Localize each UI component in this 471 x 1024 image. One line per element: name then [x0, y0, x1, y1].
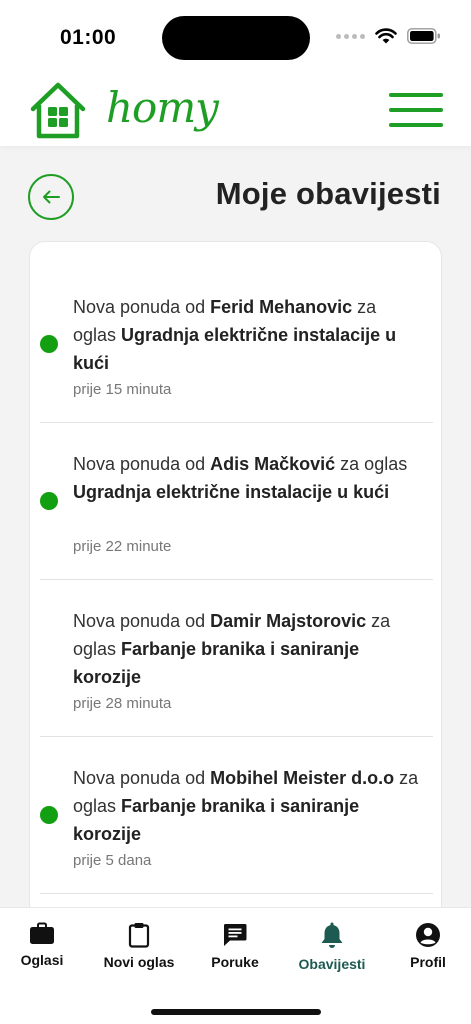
cellular-signal-icon [336, 33, 365, 39]
sender-name: Damir Majstorovic [210, 611, 367, 631]
dynamic-island [162, 16, 310, 60]
sender-name: Ferid Mehanovic [210, 297, 353, 317]
nav-item-oglasi[interactable]: Oglasi [8, 922, 76, 968]
listing-title: Ugradnja električne instalacije u kući [73, 482, 390, 502]
homy-logo[interactable]: homy [28, 80, 219, 140]
nav-label: Profil [410, 954, 446, 970]
notification-item[interactable]: Nova ponuda od Adis Mačković za oglas Ug… [40, 423, 433, 580]
nav-item-obavijesti[interactable]: Obavijesti [294, 922, 370, 972]
nav-item-poruke[interactable]: Poruke [200, 922, 270, 970]
hamburger-menu-button[interactable] [389, 93, 443, 127]
house-logo-icon [30, 82, 86, 139]
nav-label: Obavijesti [298, 956, 366, 972]
notification-time: prije 28 minuta [73, 695, 172, 712]
page-title: Moje obavijesti [215, 176, 441, 211]
app-header: homy [0, 76, 471, 146]
logo-text: homy [106, 82, 219, 132]
notification-item[interactable]: Nova ponuda od Mobihel Meister d.o.o za … [40, 737, 433, 894]
status-icons [336, 28, 441, 44]
bottom-navigation: Oglasi Novi oglas Poruke Obavijesti Prof… [0, 907, 471, 1024]
nav-label: Oglasi [20, 952, 64, 968]
battery-icon [407, 28, 440, 44]
notification-text: Nova ponuda od Ferid Mehanovic za oglas … [73, 297, 397, 373]
unread-dot [40, 492, 58, 510]
notifications-screen: 01:00 homy Moje obavijesti Nova ponuda o… [0, 0, 471, 1024]
notification-time: prije 15 minuta [73, 381, 172, 398]
arrow-left-icon [43, 190, 60, 204]
back-button[interactable] [28, 174, 74, 220]
nav-label: Poruke [211, 954, 259, 970]
notifications-list: Nova ponuda od Ferid Mehanovic za oglas … [29, 241, 442, 941]
status-bar: 01:00 [0, 0, 471, 76]
nav-item-novi-oglas[interactable]: Novi oglas [100, 922, 178, 970]
home-indicator [151, 1009, 321, 1015]
clipboard-icon [128, 923, 150, 948]
briefcase-icon [30, 922, 54, 944]
notification-item[interactable]: Nova ponuda od Ferid Mehanovic za oglas … [40, 242, 433, 423]
unread-dot [40, 806, 58, 824]
listing-title: Ugradnja električne instalacije u kući [73, 325, 397, 373]
notification-item[interactable]: Nova ponuda od Damir Majstorovic za ogla… [40, 580, 433, 737]
nav-item-profil[interactable]: Profil [398, 922, 458, 970]
notification-time: prije 5 dana [73, 852, 152, 869]
wifi-icon [375, 28, 397, 44]
nav-label: Novi oglas [103, 954, 175, 970]
notification-text: Nova ponuda od Adis Mačković za oglas Ug… [73, 454, 408, 502]
notification-time: prije 22 minute [73, 538, 172, 555]
notification-text: Nova ponuda od Damir Majstorovic za ogla… [73, 611, 391, 687]
profile-icon [416, 923, 440, 947]
chat-icon [223, 924, 247, 946]
unread-dot [40, 335, 58, 353]
bell-icon [321, 922, 343, 948]
status-time: 01:00 [60, 26, 117, 49]
notification-text: Nova ponuda od Mobihel Meister d.o.o za … [73, 768, 419, 844]
sender-name: Adis Mačković [210, 454, 336, 474]
sender-name: Mobihel Meister d.o.o [210, 768, 395, 788]
